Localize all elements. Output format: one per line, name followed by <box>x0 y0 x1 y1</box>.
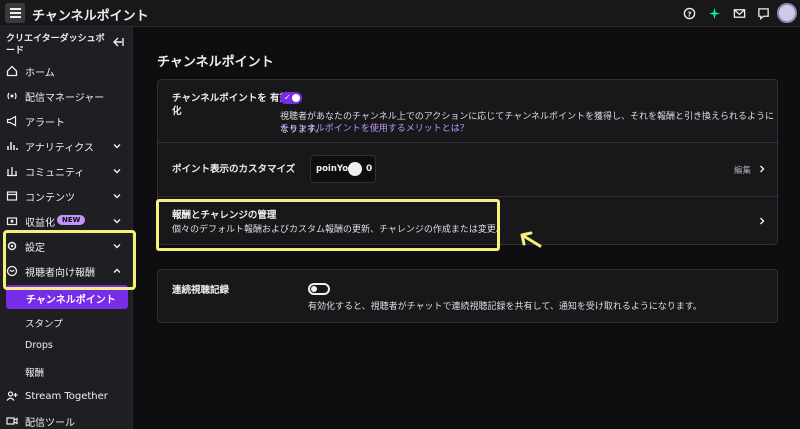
svg-text:?: ? <box>687 9 691 18</box>
enable-label: チャンネルポイントを 有効化 <box>172 93 290 117</box>
avatar[interactable] <box>777 3 797 23</box>
sparkle-icon[interactable] <box>707 6 721 20</box>
sidebar-subitem-label: スタンプ <box>25 319 63 330</box>
sidebar-item-stream-tools[interactable]: 配信ツール <box>0 409 133 429</box>
sidebar-subitem-emotes[interactable]: スタンプ <box>0 310 133 334</box>
sidebar-subitem-label: チャンネルポイント <box>26 295 116 306</box>
highlight-annotation <box>156 199 500 251</box>
page-header-title: チャンネルポイント <box>32 9 149 24</box>
customize-row[interactable]: ポイント表示のカスタマイズ poinYo 0 編集 <box>158 143 779 195</box>
sidebar-item-label: アナリティクス <box>25 142 94 154</box>
mail-icon[interactable] <box>732 6 746 20</box>
megaphone-icon <box>6 115 18 127</box>
sidebar-item-label: Stream Together <box>25 390 108 402</box>
points-icon <box>348 162 362 176</box>
chat-icon[interactable] <box>756 6 770 20</box>
broadcast-icon <box>6 90 18 102</box>
streak-label: 連続視聴記録 <box>172 285 230 296</box>
help-icon[interactable]: ? <box>682 6 696 20</box>
enable-toggle[interactable]: ✓ <box>280 92 302 104</box>
sidebar-subitem-drops[interactable]: Drops <box>0 334 133 358</box>
highlight-annotation <box>3 230 136 290</box>
sidebar-subitem-label: 報酬 <box>25 368 45 379</box>
streak-toggle[interactable] <box>308 283 330 295</box>
chevron-down-icon <box>112 191 122 201</box>
arrow-annotation-icon <box>520 231 542 248</box>
community-icon <box>6 165 18 177</box>
sidebar-heading: クリエイターダッシュボード <box>6 34 105 56</box>
sidebar-item-label: コミュニティ <box>25 167 85 179</box>
sidebar-item-content[interactable]: コンテンツ <box>0 184 133 208</box>
edit-label[interactable]: 編集 <box>734 164 751 176</box>
chevron-right-icon[interactable] <box>757 216 767 226</box>
sidebar-item-label: 配信マネージャー <box>25 92 105 104</box>
sidebar: クリエイターダッシュボード ホーム 配信マネージャー アラート アナリティクス … <box>0 27 133 429</box>
watch-streak-card: 連続視聴記録 有効化すると、視聴者がチャットで連続視聴記録を共有して、通知を受け… <box>157 269 778 323</box>
money-icon <box>6 215 18 227</box>
sidebar-item-analytics[interactable]: アナリティクス <box>0 134 133 158</box>
collapse-sidebar-icon[interactable] <box>112 36 124 48</box>
sidebar-item-stream-manager[interactable]: 配信マネージャー <box>0 84 133 108</box>
top-bar: チャンネルポイント ? <box>0 0 800 27</box>
add-user-icon <box>6 390 18 402</box>
sidebar-item-community[interactable]: コミュニティ <box>0 159 133 183</box>
sidebar-item-alerts[interactable]: アラート <box>0 109 133 133</box>
sidebar-item-label: アラート <box>25 117 65 129</box>
sidebar-item-label: 収益化 <box>25 217 55 229</box>
sidebar-item-label: ホーム <box>25 67 55 79</box>
chart-icon <box>6 140 18 152</box>
content-icon <box>6 190 18 202</box>
chevron-down-icon <box>112 216 122 226</box>
home-icon <box>6 65 18 77</box>
points-name: poinYo <box>316 164 349 174</box>
sidebar-subitem-rewards[interactable]: 報酬 <box>0 359 133 383</box>
enable-row: チャンネルポイントを 有効化 ✓ 視聴者があなたのチャンネル上でのアクションに応… <box>158 80 779 140</box>
points-value: 0 <box>366 164 373 174</box>
page-title: チャンネルポイント <box>157 55 274 70</box>
streak-description: 有効化すると、視聴者がチャットで連続視聴記録を共有して、通知を受け取れるようにな… <box>308 302 702 312</box>
sidebar-item-label: 配信ツール <box>25 417 75 429</box>
sidebar-item-home[interactable]: ホーム <box>0 59 133 83</box>
new-badge: NEW <box>57 215 86 225</box>
chevron-right-icon[interactable] <box>757 164 767 174</box>
sidebar-item-stream-together[interactable]: Stream Together <box>0 384 133 408</box>
sidebar-item-label: コンテンツ <box>25 192 75 204</box>
chevron-down-icon <box>112 166 122 176</box>
camera-icon <box>6 415 18 427</box>
sidebar-subitem-label: Drops <box>25 340 53 351</box>
benefits-link[interactable]: チャンネルポイントを使用するメリットとは？ <box>280 121 469 134</box>
menu-icon[interactable] <box>5 3 25 23</box>
chevron-down-icon <box>112 141 122 151</box>
customize-label: ポイント表示のカスタマイズ <box>172 164 296 175</box>
points-preview: poinYo 0 <box>310 155 376 183</box>
